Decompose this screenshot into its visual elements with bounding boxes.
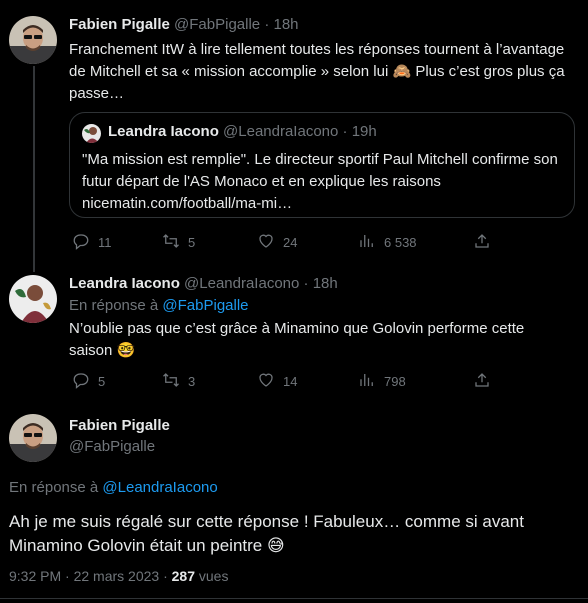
views-count: 287 [171,568,195,584]
separator: · [342,123,348,140]
tweet-meta: 9:32 PM · 22 mars 2023 · 287 vues [9,566,228,586]
tweet-timestamp[interactable]: 9:32 PM · 22 mars 2023 · [9,568,168,584]
like-count: 24 [283,234,298,250]
tweet-time[interactable]: 18h [313,275,338,292]
retweet-icon [162,371,180,392]
avatar[interactable] [9,414,57,462]
retweet-count: 5 [188,234,196,250]
like-icon [257,232,275,253]
author-handle[interactable]: @LeandraIacono [184,275,299,292]
author-handle[interactable]: @FabPigalle [69,438,155,455]
bottom-divider [0,598,588,599]
reply-prefix: En réponse à [9,479,99,496]
quoted-tweet[interactable]: Leandra Iacono @LeandraIacono · 19h "Ma … [69,112,575,218]
quote-body: "Ma mission est remplie". Le directeur s… [82,149,567,215]
author-handle[interactable]: @FabPigalle [174,16,260,33]
reply-to-link[interactable]: @LeandraIacono [102,479,217,496]
retweet-button[interactable]: 3 [162,370,195,392]
views-count: 798 [384,373,406,389]
quote-avatar [82,124,101,143]
like-icon [257,371,275,392]
thread-line [33,66,35,272]
tweet-text: Franchement ItW à lire tellement toutes … [69,41,565,102]
retweet-count: 3 [188,373,196,389]
share-button[interactable] [473,231,491,253]
tweet-actions: 11 5 24 6 538 [69,231,499,253]
reply-count: 11 [98,234,112,250]
author-name[interactable]: Fabien Pigalle [69,417,170,434]
views-button[interactable]: 6 538 [358,231,417,253]
main-author-handle-row: @FabPigalle [69,437,155,457]
tweet-time[interactable]: 18h [274,16,299,33]
quote-header: Leandra Iacono @LeandraIacono · 19h [108,122,377,142]
retweet-icon [162,232,180,253]
reply-button[interactable]: 5 [72,370,105,392]
quote-author-handle: @LeandraIacono [223,123,339,140]
like-button[interactable]: 24 [257,231,297,253]
reply-icon [72,371,90,392]
quote-time: 19h [351,123,377,140]
share-icon [473,371,491,392]
views-icon [358,371,376,392]
reply-prefix: En réponse à [69,297,159,314]
retweet-button[interactable]: 5 [162,231,195,253]
reply-count: 5 [98,373,106,389]
share-button[interactable] [473,370,491,392]
separator: · [264,16,270,33]
tweet-text: N’oublie pas que c’est grâce à Minamino … [69,320,525,359]
reply-button[interactable]: 11 [72,231,112,253]
main-author-name-row: Fabien Pigalle [69,416,170,436]
separator: · [303,275,309,292]
author-name[interactable]: Leandra Iacono [69,275,180,292]
avatar[interactable] [9,275,57,323]
tweet-header: Fabien Pigalle @FabPigalle · 18h [69,15,299,35]
like-button[interactable]: 14 [257,370,297,392]
tweet-header: Leandra Iacono @LeandraIacono · 18h [69,274,338,294]
like-count: 14 [283,373,298,389]
reply-context: En réponse à @LeandraIacono [9,478,218,498]
reply-context: En réponse à @FabPigalle [69,296,249,316]
reply-to-link[interactable]: @FabPigalle [162,297,248,314]
reply-icon [72,232,90,253]
avatar[interactable] [9,16,57,64]
main-tweet-text: Ah je me suis régalé sur cette réponse !… [9,512,524,555]
views-label: vues [198,568,229,584]
views-icon [358,232,376,253]
views-count: 6 538 [384,234,417,250]
tweet-actions: 5 3 14 798 [69,370,499,392]
quote-author-name: Leandra Iacono [108,123,219,140]
quote-link[interactable]: nicematin.com/football/ma-mi… [82,195,292,212]
share-icon [473,232,491,253]
quote-text: "Ma mission est remplie". Le directeur s… [82,151,558,190]
views-button[interactable]: 798 [358,370,406,392]
author-name[interactable]: Fabien Pigalle [69,16,170,33]
